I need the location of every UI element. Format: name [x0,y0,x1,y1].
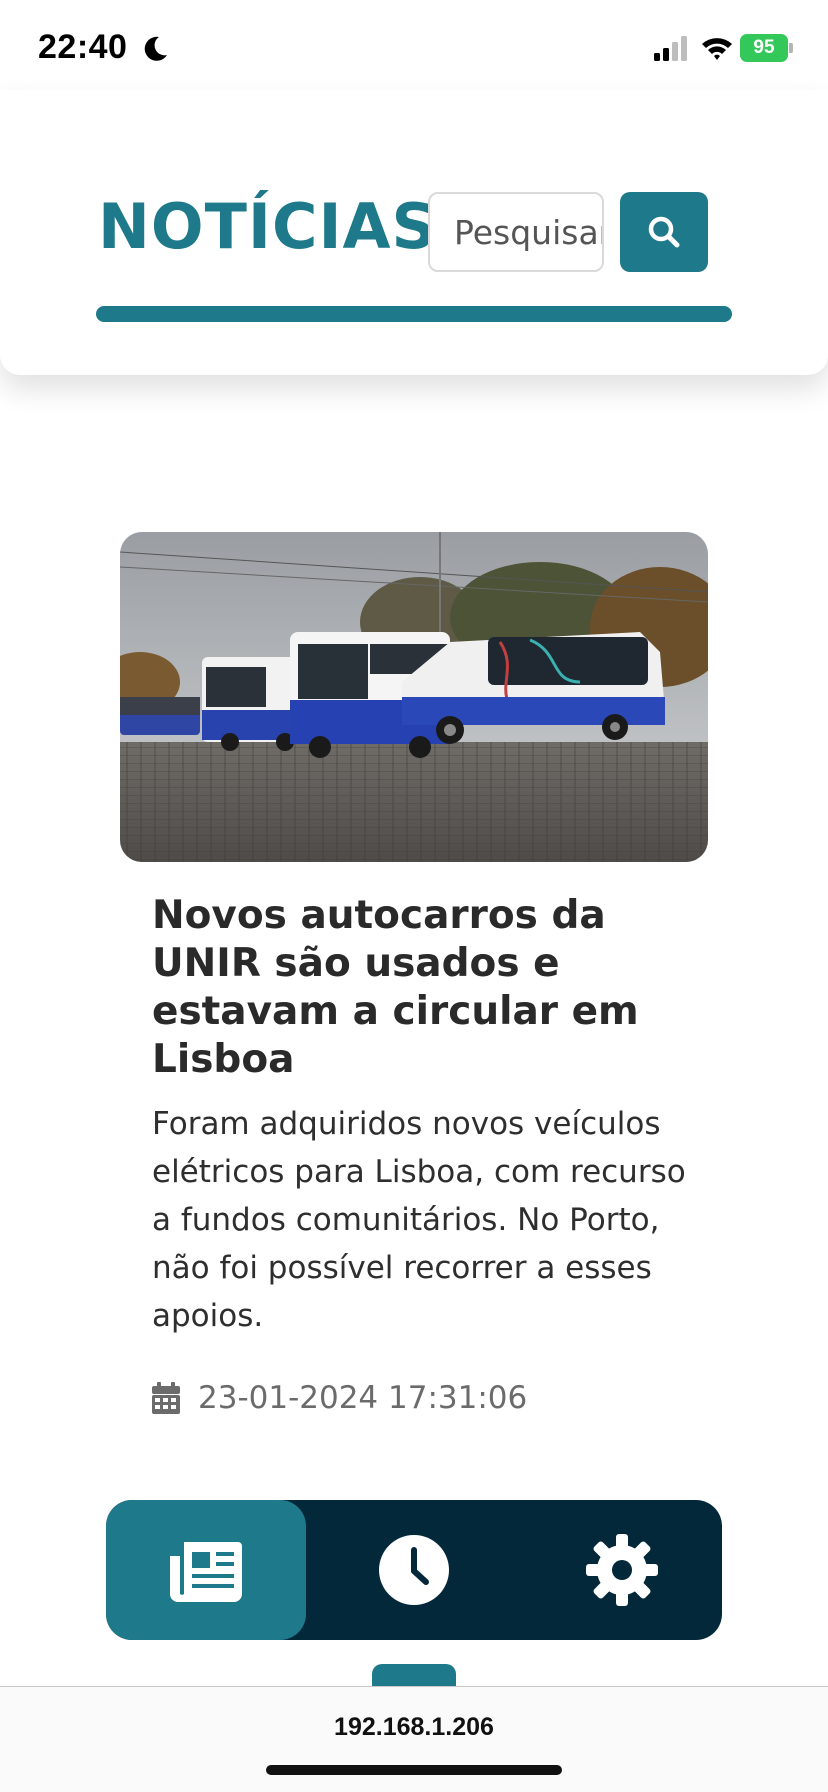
news-date: 23-01-2024 17:31:06 [198,1380,528,1416]
clock-icon [379,1535,449,1605]
search-input[interactable] [428,192,604,272]
browser-bar: 192.168.1.206 [0,1686,828,1792]
newspaper-icon [170,1542,242,1602]
news-image[interactable] [120,532,708,862]
header-card: NOTÍCIAS [0,90,828,375]
status-time: 22:40 [38,28,128,66]
cellular-signal-icon [654,36,687,61]
news-summary: Foram adquiridos novos veículos elétrico… [152,1106,686,1334]
buses-photo [120,532,708,862]
search-icon [648,216,680,248]
header-divider [96,306,732,322]
bottom-nav [106,1500,722,1640]
calendar-icon [152,1382,180,1414]
gear-icon [586,1534,658,1606]
nav-settings-tab[interactable] [522,1500,722,1640]
battery-indicator: 95 [740,34,793,62]
battery-tip [789,43,793,53]
url-text[interactable]: 192.168.1.206 [0,1713,828,1742]
status-bar: 22:40 95 [0,0,828,100]
page-title: NOTÍCIAS [98,190,438,263]
home-indicator[interactable] [266,1765,562,1775]
news-title[interactable]: Novos autocarros da UNIR são usados e es… [152,892,712,1084]
moon-icon [144,36,167,61]
nav-history-tab[interactable] [314,1500,514,1640]
news-date-row: 23-01-2024 17:31:06 [152,1378,527,1418]
battery-percent: 95 [753,37,775,58]
search-button[interactable] [620,192,708,272]
battery-level: 95 [740,34,788,62]
wifi-icon [702,38,732,60]
nav-news-tab[interactable] [106,1500,306,1640]
